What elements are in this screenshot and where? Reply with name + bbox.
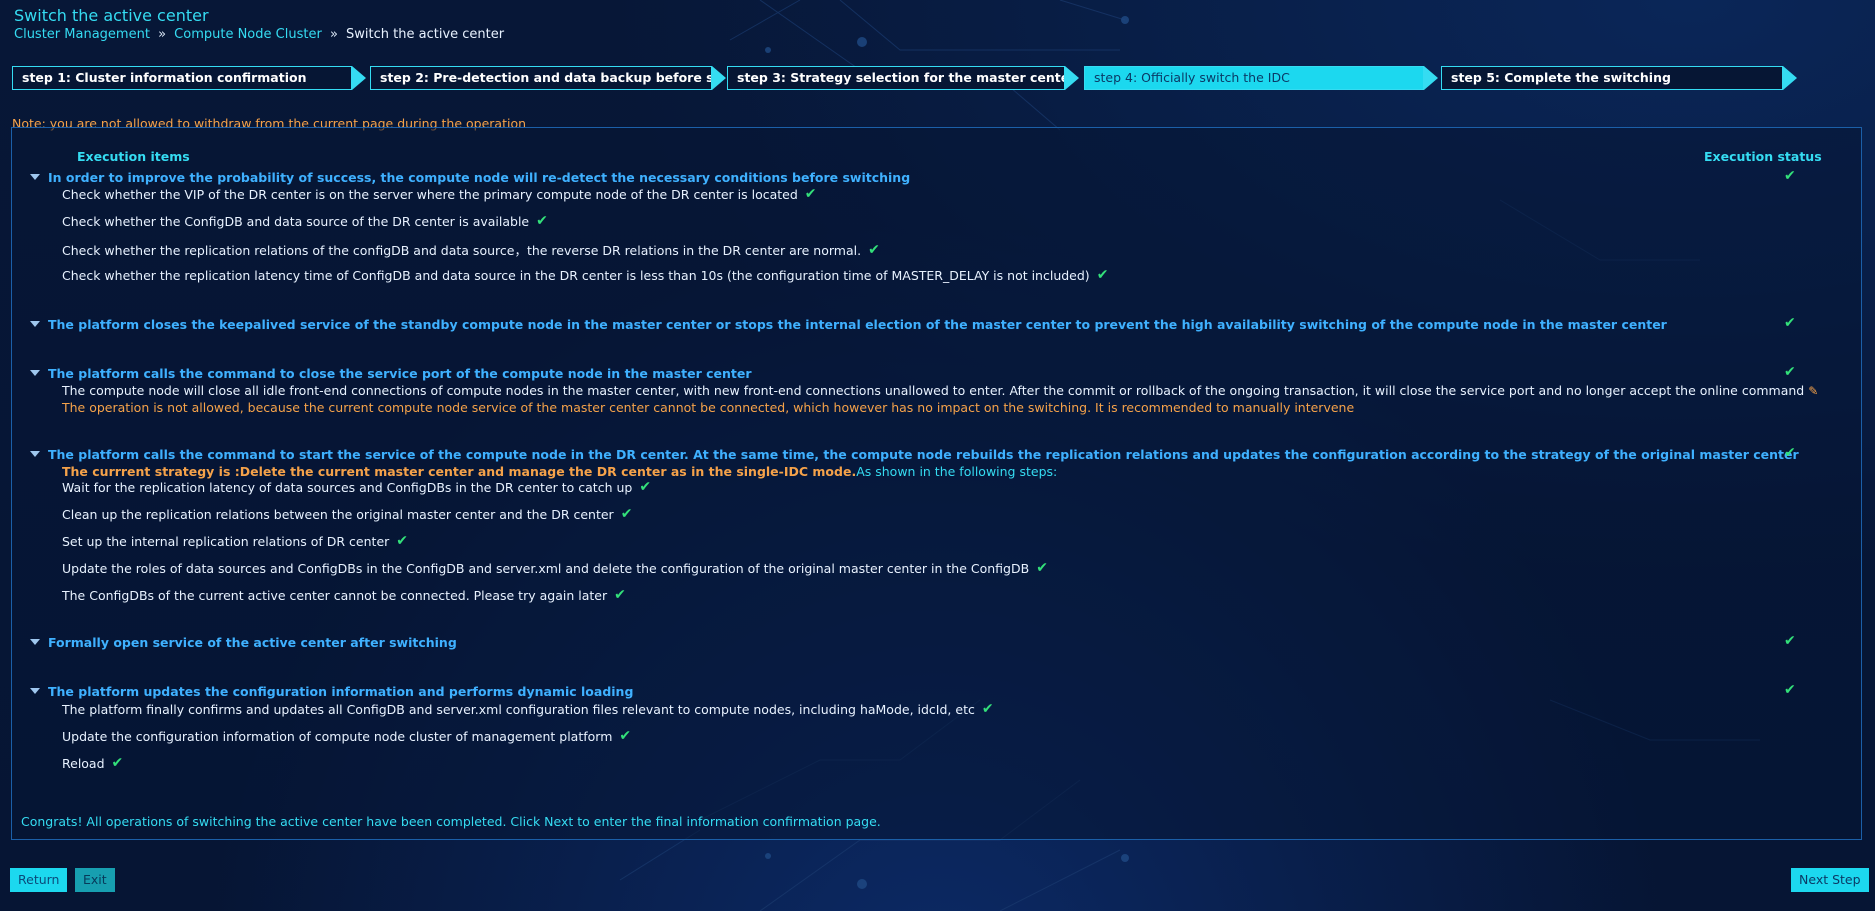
step-arrow-icon <box>1783 66 1797 90</box>
section-title: The platform updates the configuration i… <box>48 683 634 699</box>
breadcrumb-separator: » <box>329 27 338 42</box>
breadcrumb-link-cluster-management[interactable]: Cluster Management <box>14 27 150 42</box>
check-icon: ✔ <box>1096 267 1109 283</box>
check-icon: ✔ <box>1036 560 1048 576</box>
execution-item: Clean up the replication relations betwe… <box>62 506 633 522</box>
exit-button[interactable]: Exit <box>75 868 115 892</box>
breadcrumb: Cluster Management » Compute Node Cluste… <box>14 27 504 42</box>
caret-down-icon[interactable] <box>30 174 40 180</box>
execution-item: Check whether the ConfigDB and data sour… <box>62 213 548 229</box>
step-progress-bar: step 1: Cluster information confirmation… <box>12 66 1797 90</box>
section-header[interactable]: The platform calls the command to start … <box>30 445 1799 463</box>
check-icon: ✔ <box>111 755 124 771</box>
caret-down-icon[interactable] <box>30 370 40 376</box>
check-icon: ✔ <box>536 213 548 229</box>
execution-item: Check whether the replication relations … <box>62 241 880 259</box>
section-header[interactable]: In order to improve the probability of s… <box>30 168 910 186</box>
strategy-text: The currrent strategy is :Delete the cur… <box>62 464 1057 479</box>
execution-item: The platform finally confirms and update… <box>62 701 994 717</box>
check-icon: ✔ <box>619 728 632 744</box>
check-icon: ✔ <box>620 506 633 522</box>
status-check-icon: ✔ <box>1784 168 1796 184</box>
execution-panel: Execution items Execution status In orde… <box>11 127 1862 840</box>
execution-item: Check whether the VIP of the DR center i… <box>62 186 817 202</box>
section-header[interactable]: The platform calls the command to close … <box>30 364 752 382</box>
step-5: step 5: Complete the switching <box>1441 66 1797 90</box>
check-icon: ✔ <box>868 241 880 258</box>
section-title: The platform calls the command to close … <box>48 365 752 381</box>
section-title: The platform closes the keepalived servi… <box>48 316 1667 332</box>
step-1: step 1: Cluster information confirmation <box>12 66 366 90</box>
completion-message: Congrats! All operations of switching th… <box>21 814 881 829</box>
column-header-items: Execution items <box>77 149 190 164</box>
pencil-icon: ✎ <box>1808 383 1819 398</box>
section-title: The platform calls the command to start … <box>48 446 1799 462</box>
step-4: step 4: Officially switch the IDC <box>1084 66 1438 90</box>
step-2: step 2: Pre-detection and data backup be… <box>370 66 726 90</box>
status-check-icon: ✔ <box>1784 445 1796 461</box>
breadcrumb-current: Switch the active center <box>346 27 505 42</box>
step-arrow-icon <box>1424 66 1438 90</box>
section-header[interactable]: Formally open service of the active cent… <box>30 633 457 651</box>
step-label: step 3: Strategy selection for the maste… <box>727 66 1065 90</box>
execution-item: The compute node will close all idle fro… <box>62 383 1819 398</box>
status-check-icon: ✔ <box>1784 364 1796 380</box>
step-label: step 4: Officially switch the IDC <box>1084 66 1424 90</box>
return-button[interactable]: Return <box>10 868 68 892</box>
step-label: step 2: Pre-detection and data backup be… <box>370 66 712 90</box>
caret-down-icon[interactable] <box>30 639 40 645</box>
status-check-icon: ✔ <box>1784 682 1796 698</box>
section-title: In order to improve the probability of s… <box>48 169 911 185</box>
execution-item: The ConfigDBs of the current active cent… <box>62 587 626 603</box>
step-arrow-icon <box>712 66 726 90</box>
breadcrumb-separator: » <box>158 27 167 42</box>
warning-message: The operation is not allowed, because th… <box>62 400 1355 415</box>
caret-down-icon[interactable] <box>30 321 40 327</box>
step-label: step 5: Complete the switching <box>1441 66 1783 90</box>
caret-down-icon[interactable] <box>30 688 40 694</box>
strategy-highlight: The currrent strategy is :Delete the cur… <box>62 464 857 479</box>
execution-item: Wait for the replication latency of data… <box>62 479 652 495</box>
execution-item: Update the roles of data sources and Con… <box>62 560 1048 576</box>
check-icon: ✔ <box>639 479 652 495</box>
section-title: Formally open service of the active cent… <box>48 634 457 650</box>
check-icon: ✔ <box>614 587 626 603</box>
step-3: step 3: Strategy selection for the maste… <box>727 66 1079 90</box>
step-arrow-icon <box>1065 66 1079 90</box>
execution-item: Check whether the replication latency ti… <box>62 267 1109 283</box>
check-icon: ✔ <box>981 701 994 717</box>
section-header[interactable]: The platform updates the configuration i… <box>30 682 633 700</box>
breadcrumb-link-compute-node-cluster[interactable]: Compute Node Cluster <box>174 27 322 42</box>
section-header[interactable]: The platform closes the keepalived servi… <box>30 315 1667 333</box>
status-check-icon: ✔ <box>1784 315 1796 331</box>
column-header-status: Execution status <box>1704 149 1822 164</box>
caret-down-icon[interactable] <box>30 451 40 457</box>
strategy-tail: As shown in the following steps: <box>856 464 1058 479</box>
execution-item: Reload ✔ <box>62 755 124 771</box>
next-step-button[interactable]: Next Step <box>1791 868 1869 892</box>
step-label: step 1: Cluster information confirmation <box>12 66 352 90</box>
step-arrow-icon <box>352 66 366 90</box>
page-title: Switch the active center <box>14 6 209 25</box>
execution-item: Update the configuration information of … <box>62 728 632 744</box>
execution-item: Set up the internal replication relation… <box>62 533 409 549</box>
status-check-icon: ✔ <box>1784 633 1796 649</box>
check-icon: ✔ <box>396 533 409 549</box>
check-icon: ✔ <box>804 186 817 202</box>
